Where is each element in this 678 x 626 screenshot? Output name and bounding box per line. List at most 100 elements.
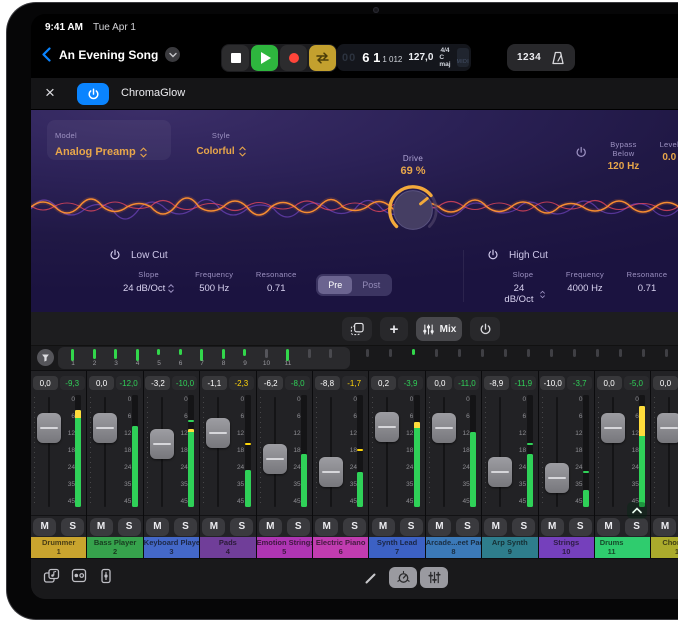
mute-button[interactable]: M: [315, 518, 338, 536]
mute-button[interactable]: M: [597, 518, 620, 536]
model-selector[interactable]: Model Analog Preamp: [47, 120, 171, 160]
level-control[interactable]: Level 0.0: [660, 140, 678, 163]
play-button[interactable]: [251, 45, 278, 71]
solo-button[interactable]: S: [118, 518, 141, 536]
plugins-browser-icon[interactable]: [71, 568, 87, 583]
solo-button[interactable]: S: [343, 518, 366, 536]
low-cut-resonance[interactable]: Resonance 0.71: [254, 270, 298, 294]
channel-volume-value[interactable]: -8,8: [315, 376, 340, 390]
mix-view-button[interactable]: Mix: [416, 317, 462, 341]
loop-browser-icon[interactable]: [43, 568, 60, 584]
stop-button[interactable]: [222, 45, 249, 71]
solo-button[interactable]: S: [400, 518, 423, 536]
lcd-display[interactable]: 00 6 1 1 012 127,0 4/4 C maj MIDI: [337, 44, 471, 71]
metronome-icon[interactable]: [551, 51, 565, 65]
volume-fader[interactable]: [601, 413, 625, 443]
low-cut-frequency[interactable]: Frequency 500 Hz: [192, 270, 236, 294]
back-chevron-icon[interactable]: [41, 47, 52, 62]
pencil-tool-icon[interactable]: [364, 571, 378, 585]
solo-button[interactable]: S: [174, 518, 197, 536]
mute-button[interactable]: M: [484, 518, 507, 536]
mute-button[interactable]: M: [90, 518, 113, 536]
solo-button[interactable]: S: [569, 518, 592, 536]
filter-tracks-button[interactable]: [37, 349, 54, 366]
fader-strip-icon[interactable]: [99, 568, 113, 584]
volume-fader[interactable]: [432, 413, 456, 443]
high-cut-frequency[interactable]: Frequency 4000 Hz: [563, 270, 607, 294]
style-selector[interactable]: Style Colorful: [181, 125, 261, 157]
solo-button[interactable]: S: [456, 518, 479, 536]
track-name-plate[interactable]: Synth Lead 7: [369, 537, 424, 559]
add-track-button[interactable]: +: [380, 317, 408, 341]
track-name-plate[interactable]: Bass Player 2: [87, 537, 142, 559]
volume-fader[interactable]: [263, 444, 287, 474]
mute-button[interactable]: M: [541, 518, 564, 536]
high-cut-resonance[interactable]: Resonance 0.71: [625, 270, 669, 294]
channel-volume-value[interactable]: -6,2: [258, 376, 283, 390]
channel-volume-value[interactable]: 0,0: [33, 376, 58, 390]
solo-button[interactable]: S: [287, 518, 310, 536]
track-name-plate[interactable]: Arcade...eet Pad 8: [426, 537, 481, 559]
channel-volume-value[interactable]: -8,9: [484, 376, 509, 390]
song-menu-button[interactable]: [165, 47, 180, 62]
controls-view-button[interactable]: [389, 567, 417, 588]
track-name-plate[interactable]: Strings 10: [539, 537, 594, 559]
volume-fader[interactable]: [206, 418, 230, 448]
mixer-power-button[interactable]: [470, 317, 500, 341]
low-cut-slope[interactable]: Slope 24 dB/Oct: [123, 270, 174, 294]
cycle-button[interactable]: [309, 45, 336, 71]
channel-volume-value[interactable]: -1,1: [202, 376, 227, 390]
channel-volume-value[interactable]: 0,2: [371, 376, 396, 390]
high-cut-power-icon[interactable]: [487, 249, 499, 261]
channel-volume-value[interactable]: 0,0: [427, 376, 452, 390]
track-name-plate[interactable]: Emotion Strings 5: [257, 537, 312, 559]
mixer-sliders-icon: [422, 323, 435, 336]
low-cut-power-icon[interactable]: [109, 249, 121, 261]
track-name-plate[interactable]: Chorus V 12: [651, 537, 678, 559]
mute-button[interactable]: M: [428, 518, 451, 536]
solo-button[interactable]: S: [512, 518, 535, 536]
track-name-plate[interactable]: Electric Piano 6: [313, 537, 368, 559]
volume-fader[interactable]: [319, 457, 343, 487]
solo-button[interactable]: S: [230, 518, 253, 536]
mute-button[interactable]: M: [146, 518, 169, 536]
plugin-power-button[interactable]: [77, 83, 109, 105]
volume-fader[interactable]: [37, 413, 61, 443]
solo-button[interactable]: S: [61, 518, 84, 536]
channel-volume-value[interactable]: 0,0: [597, 376, 622, 390]
duplicate-button[interactable]: [342, 317, 372, 341]
mute-button[interactable]: M: [33, 518, 56, 536]
track-name-plate[interactable]: Arp Synth 9: [482, 537, 537, 559]
volume-fader[interactable]: [150, 429, 174, 459]
mixer-view-button[interactable]: [420, 567, 448, 588]
mute-button[interactable]: M: [202, 518, 225, 536]
collapse-plugin-button[interactable]: [627, 502, 647, 519]
channel-volume-value[interactable]: -3,2: [145, 376, 170, 390]
track-name-plate[interactable]: Drummer 1: [31, 537, 86, 559]
mute-button[interactable]: M: [372, 518, 395, 536]
channel-volume-value[interactable]: -10,0: [540, 376, 565, 390]
volume-fader[interactable]: [488, 457, 512, 487]
song-title[interactable]: An Evening Song: [59, 48, 158, 62]
volume-fader[interactable]: [545, 463, 569, 493]
channel-volume-value[interactable]: 0,0: [653, 376, 678, 390]
post-option[interactable]: Post: [352, 276, 390, 294]
track-name-plate[interactable]: Pads 4: [200, 537, 255, 559]
record-button[interactable]: [280, 45, 307, 71]
channel-volume-value[interactable]: 0,0: [89, 376, 114, 390]
pre-option[interactable]: Pre: [318, 276, 352, 294]
close-plugin-button[interactable]: ×: [45, 82, 55, 104]
drive-knob[interactable]: [383, 181, 443, 239]
volume-fader[interactable]: [657, 413, 678, 443]
count-in-button[interactable]: 1234: [517, 52, 541, 63]
solo-button[interactable]: S: [625, 518, 648, 536]
track-name-plate[interactable]: Keyboard Player 3: [144, 537, 199, 559]
track-name-plate[interactable]: Drums 11: [595, 537, 650, 559]
mute-button[interactable]: M: [653, 518, 676, 536]
mute-button[interactable]: M: [259, 518, 282, 536]
bypass-power-icon[interactable]: [575, 146, 587, 159]
high-cut-slope[interactable]: Slope 24 dB/Oct: [501, 270, 545, 305]
volume-fader[interactable]: [375, 412, 399, 442]
fader-ticks: [654, 397, 655, 507]
volume-fader[interactable]: [93, 413, 117, 443]
